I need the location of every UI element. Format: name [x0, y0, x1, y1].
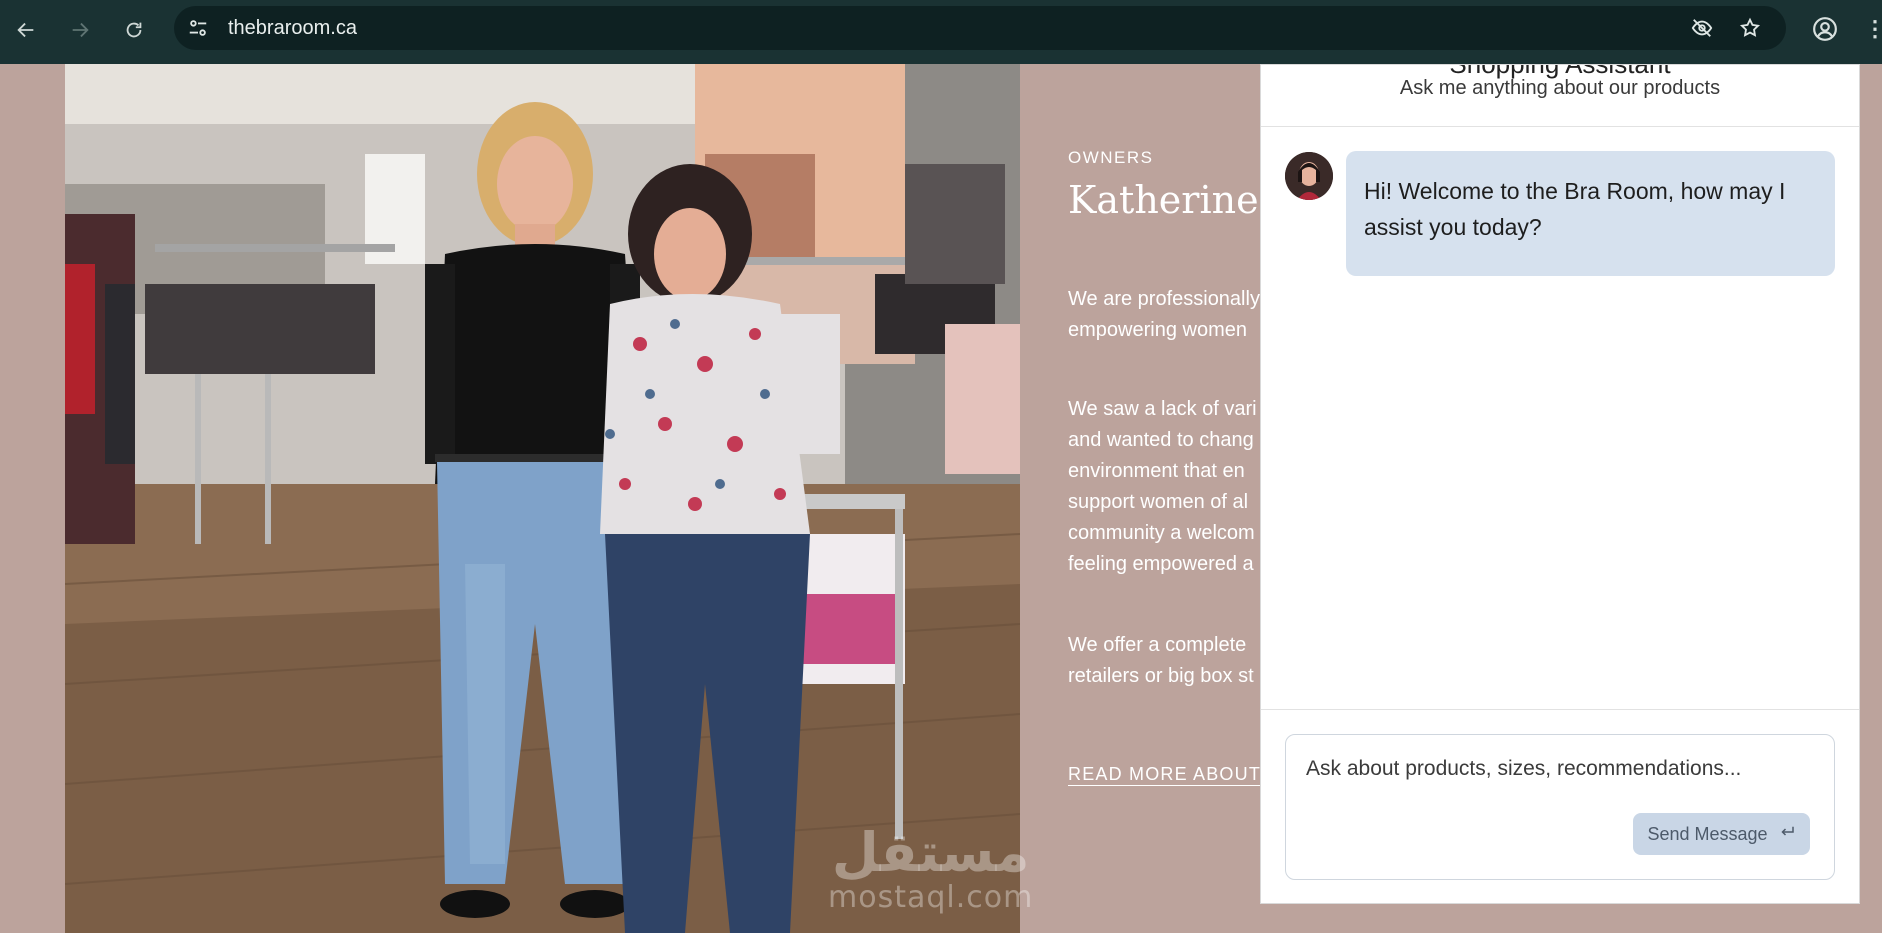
assistant-avatar [1285, 152, 1333, 200]
watermark: مستقل mostaql.com [828, 821, 1034, 916]
read-more-link[interactable]: READ MORE ABOUT [1068, 764, 1261, 785]
forward-icon[interactable] [62, 12, 98, 48]
assistant-message: Hi! Welcome to the Bra Room, how may I a… [1346, 151, 1835, 276]
watermark-logo: مستقل [831, 821, 1030, 884]
chat-footer: Send Message [1261, 709, 1859, 904]
kebab-menu-icon[interactable]: ⋮ [1864, 14, 1882, 44]
reload-icon[interactable] [116, 12, 152, 48]
enter-icon [1778, 823, 1796, 846]
url-text[interactable]: thebraroom.ca [228, 17, 357, 40]
eye-off-icon[interactable] [1688, 14, 1716, 42]
chat-subtitle: Ask me anything about our products [1399, 77, 1721, 99]
page-content: OWNERS Katherine & We are professionally… [0, 64, 1882, 933]
chat-widget: Shopping Assistant Ask me anything about… [1260, 64, 1860, 904]
star-icon[interactable] [1736, 14, 1764, 42]
site-info-icon[interactable] [184, 14, 212, 42]
send-message-label: Send Message [1647, 823, 1768, 844]
back-icon[interactable] [8, 12, 44, 48]
browser-toolbar: thebraroom.ca ⋮ [0, 0, 1882, 64]
chat-messages: Hi! Welcome to the Bra Room, how may I a… [1261, 127, 1859, 709]
chat-input[interactable] [1306, 757, 1806, 781]
chat-input-box: Send Message [1285, 734, 1835, 880]
owners-photo [65, 64, 1020, 933]
chat-header: Shopping Assistant Ask me anything about… [1261, 65, 1859, 127]
profile-icon[interactable] [1810, 14, 1840, 44]
address-bar[interactable]: thebraroom.ca [174, 6, 1786, 50]
watermark-url: mostaql.com [828, 880, 1034, 915]
owners-eyebrow: OWNERS [1068, 148, 1154, 167]
send-message-button[interactable]: Send Message [1633, 813, 1810, 855]
